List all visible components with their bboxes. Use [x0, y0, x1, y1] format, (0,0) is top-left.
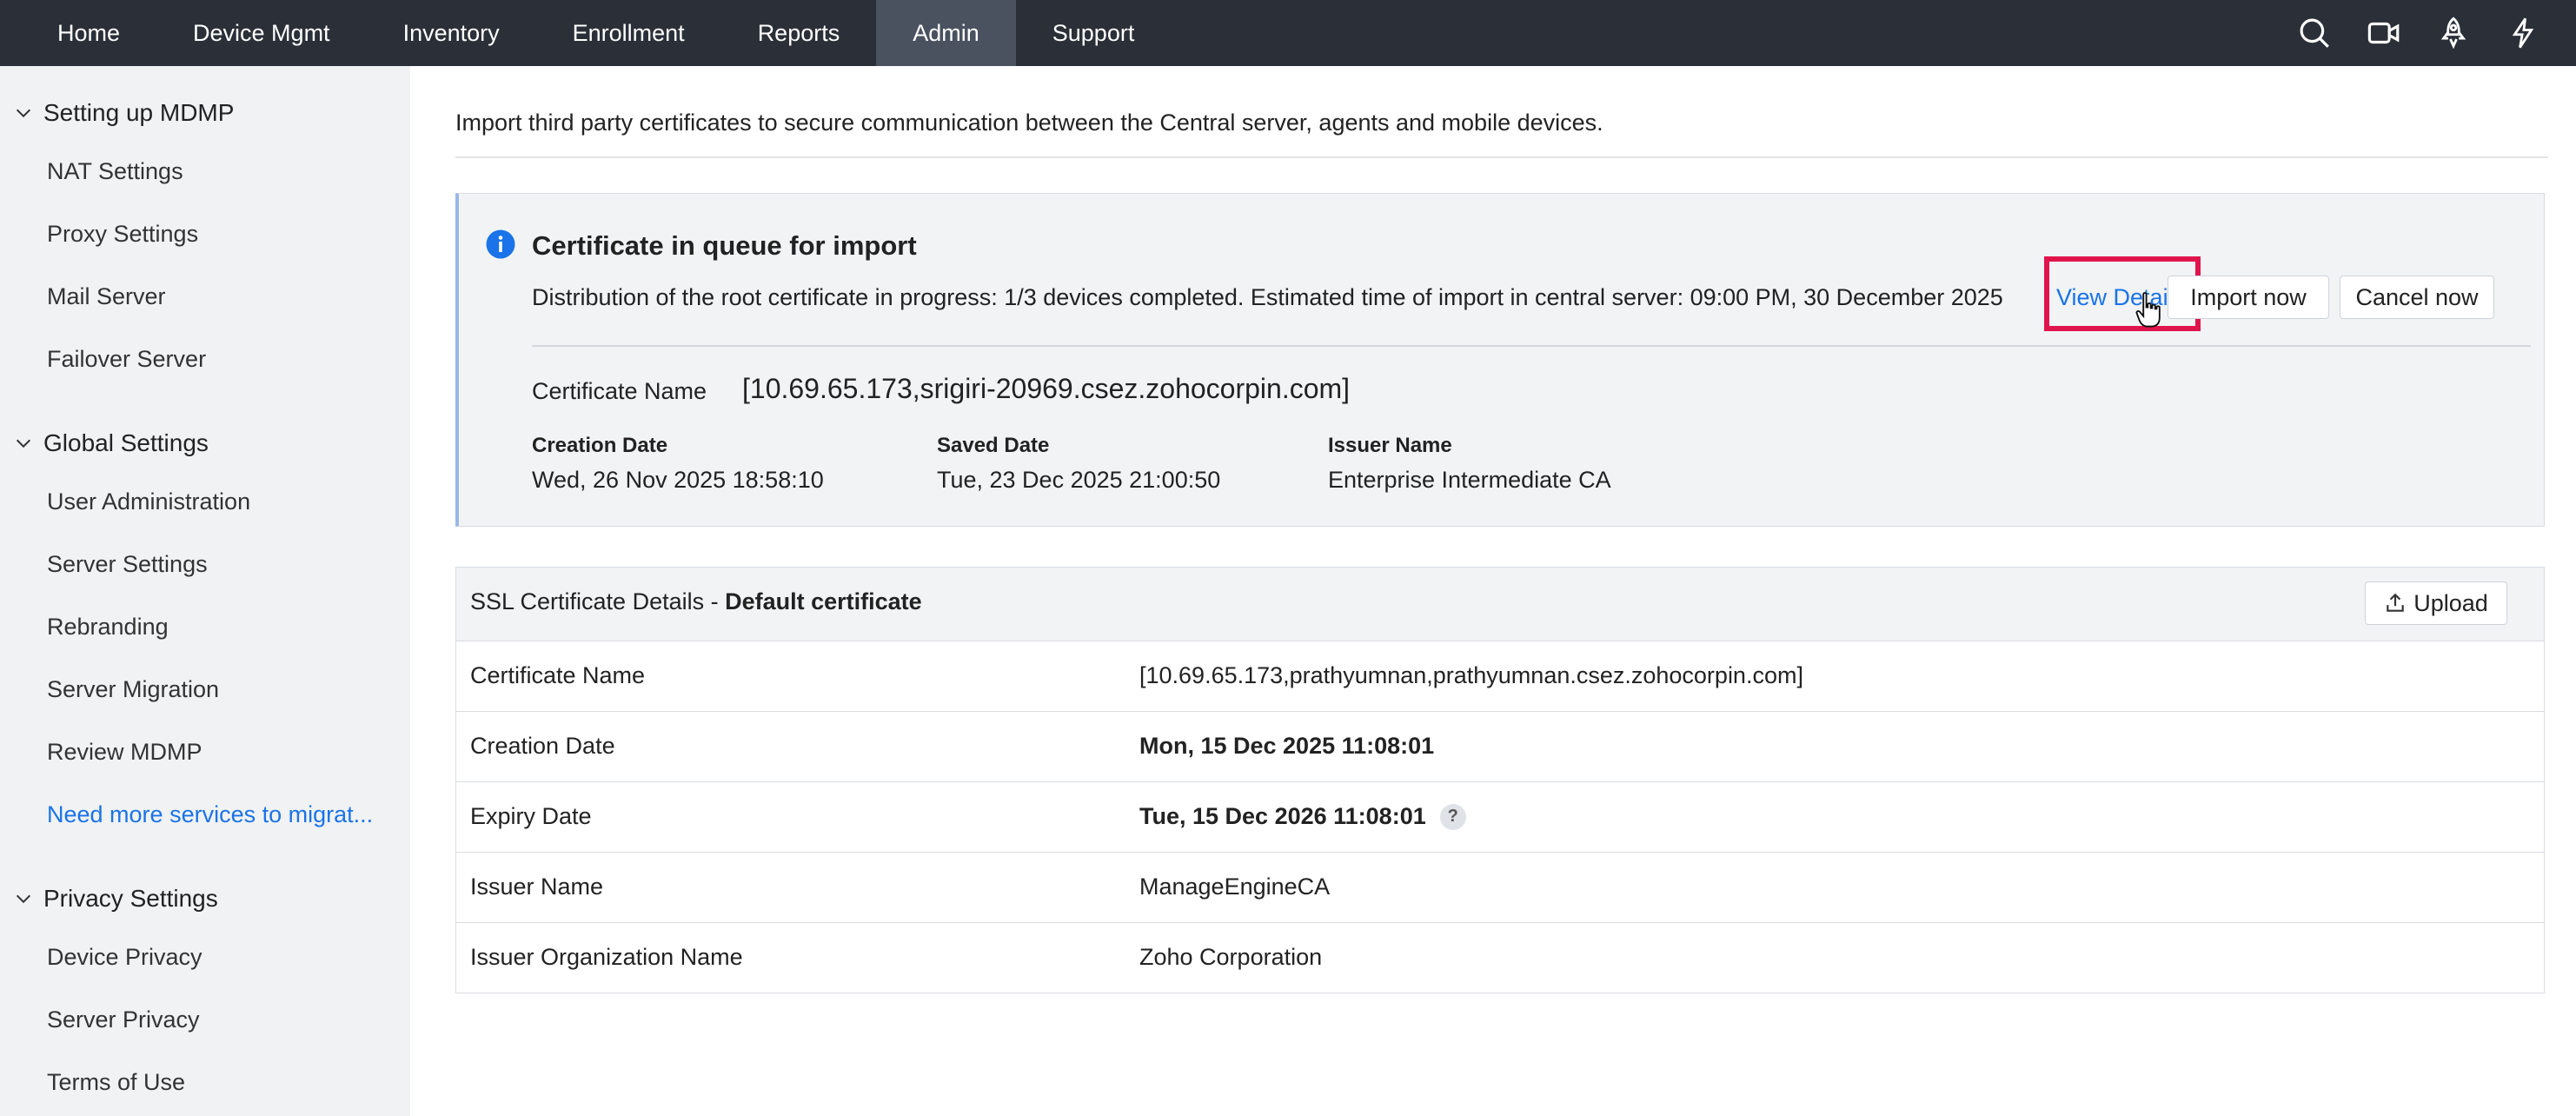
sidebar-item-server-settings[interactable]: Server Settings: [47, 551, 208, 578]
nav-tab-inventory[interactable]: Inventory: [367, 0, 536, 66]
sidebar-group-label: Setting up MDMP: [43, 99, 235, 126]
hand-cursor-icon: [2135, 292, 2161, 328]
upload-icon: [2387, 593, 2404, 612]
creation-date-value: Wed, 26 Nov 2025 18:58:10: [532, 467, 824, 493]
saved-date-value: Tue, 23 Dec 2025 21:00:50: [937, 467, 1221, 493]
notice-description: Distribution of the root certificate in …: [532, 284, 2003, 310]
ssl-title-prefix: SSL Certificate Details -: [470, 588, 726, 614]
video-icon[interactable]: [2366, 15, 2402, 51]
chevron-down-icon: [16, 439, 31, 448]
table-row: Issuer Organization Name Zoho Corporatio…: [456, 923, 2544, 993]
upload-button[interactable]: Upload: [2365, 581, 2507, 625]
rocket-icon[interactable]: [2435, 15, 2472, 51]
ssl-certificate-details: SSL Certificate Details - Default certif…: [455, 567, 2545, 993]
nav-tab-reports[interactable]: Reports: [721, 0, 877, 66]
sidebar-item-proxy-settings[interactable]: Proxy Settings: [47, 221, 198, 248]
nav-tab-device-mgmt[interactable]: Device Mgmt: [156, 0, 367, 66]
table-row: Certificate Name [10.69.65.173,prathyumn…: [456, 641, 2544, 712]
sidebar-item-nat-settings[interactable]: NAT Settings: [47, 158, 183, 185]
sidebar-item-rebranding[interactable]: Rebranding: [47, 614, 169, 641]
sidebar-item-mail-server[interactable]: Mail Server: [47, 283, 166, 310]
table-row: Issuer Name ManageEngineCA: [456, 853, 2544, 923]
import-now-button[interactable]: Import now: [2168, 276, 2329, 319]
top-nav-bar: Home Device Mgmt Inventory Enrollment Re…: [0, 0, 2576, 66]
row-value-wrapper: Tue, 15 Dec 2026 11:08:01 ?: [1139, 803, 1466, 830]
search-icon[interactable]: [2296, 15, 2333, 51]
sidebar-item-device-privacy[interactable]: Device Privacy: [47, 944, 202, 971]
ssl-title: SSL Certificate Details - Default certif…: [470, 588, 922, 615]
nav-tab-support[interactable]: Support: [1016, 0, 1172, 66]
top-icons: [2296, 0, 2541, 66]
sidebar-item-user-administration[interactable]: User Administration: [47, 488, 250, 515]
sidebar-link-more-services[interactable]: Need more services to migrat...: [47, 801, 373, 828]
upload-label: Upload: [2413, 589, 2488, 616]
table-row: Creation Date Mon, 15 Dec 2025 11:08:01: [456, 712, 2544, 782]
sidebar-group-global-settings[interactable]: Global Settings: [14, 429, 209, 457]
sidebar-item-server-migration[interactable]: Server Migration: [47, 676, 219, 703]
row-value: Zoho Corporation: [1139, 944, 1323, 970]
issuer-name-value: Enterprise Intermediate CA: [1328, 467, 1611, 493]
sidebar-group-privacy-settings[interactable]: Privacy Settings: [14, 885, 218, 913]
chevron-down-icon: [16, 109, 31, 118]
row-key: Issuer Organization Name: [470, 944, 743, 970]
row-key: Creation Date: [470, 733, 615, 759]
certificate-queue-notice: Certificate in queue for import Distribu…: [455, 193, 2545, 527]
row-key: Issuer Name: [470, 874, 604, 900]
sidebar-group-label: Privacy Settings: [43, 885, 218, 912]
sidebar: Setting up MDMP NAT Settings Proxy Setti…: [0, 66, 410, 1116]
sidebar-item-server-privacy[interactable]: Server Privacy: [47, 1006, 200, 1033]
chevron-down-icon: [16, 894, 31, 904]
sidebar-group-label: Global Settings: [43, 429, 209, 456]
nav-tab-admin[interactable]: Admin: [876, 0, 1016, 66]
cancel-now-button[interactable]: Cancel now: [2340, 276, 2494, 319]
notice-title: Certificate in queue for import: [532, 230, 917, 261]
row-key: Certificate Name: [470, 662, 646, 688]
info-icon: [486, 229, 515, 259]
lightning-icon[interactable]: [2505, 15, 2541, 51]
issuer-name-label: Issuer Name: [1328, 434, 1452, 457]
row-value: [10.69.65.173,prathyumnan,prathyumnan.cs…: [1139, 662, 1803, 688]
notice-divider: [532, 345, 2531, 347]
row-value: ManageEngineCA: [1139, 874, 1331, 900]
sidebar-item-failover-server[interactable]: Failover Server: [47, 346, 206, 373]
nav-tab-enrollment[interactable]: Enrollment: [536, 0, 721, 66]
sidebar-item-terms-of-use[interactable]: Terms of Use: [47, 1069, 185, 1096]
row-value: Tue, 15 Dec 2026 11:08:01: [1139, 803, 1426, 829]
table-row: Expiry Date Tue, 15 Dec 2026 11:08:01 ?: [456, 782, 2544, 853]
ssl-title-cert-type: Default certificate: [725, 588, 922, 614]
ssl-header: SSL Certificate Details - Default certif…: [456, 568, 2544, 641]
help-icon[interactable]: ?: [1439, 803, 1466, 830]
row-value: Mon, 15 Dec 2025 11:08:01: [1139, 733, 1435, 759]
page-description: Import third party certificates to secur…: [455, 110, 1603, 136]
cert-name-value: [10.69.65.173,srigiri-20969.csez.zohocor…: [742, 373, 1351, 404]
creation-date-label: Creation Date: [532, 434, 668, 457]
row-key: Expiry Date: [470, 803, 592, 829]
sidebar-item-review-mdmp[interactable]: Review MDMP: [47, 739, 202, 766]
sidebar-group-setting-up-mdmp[interactable]: Setting up MDMP: [14, 99, 234, 127]
cert-name-label: Certificate Name: [532, 378, 707, 404]
divider: [455, 156, 2548, 158]
saved-date-label: Saved Date: [937, 434, 1050, 457]
nav-tab-home[interactable]: Home: [0, 0, 156, 66]
